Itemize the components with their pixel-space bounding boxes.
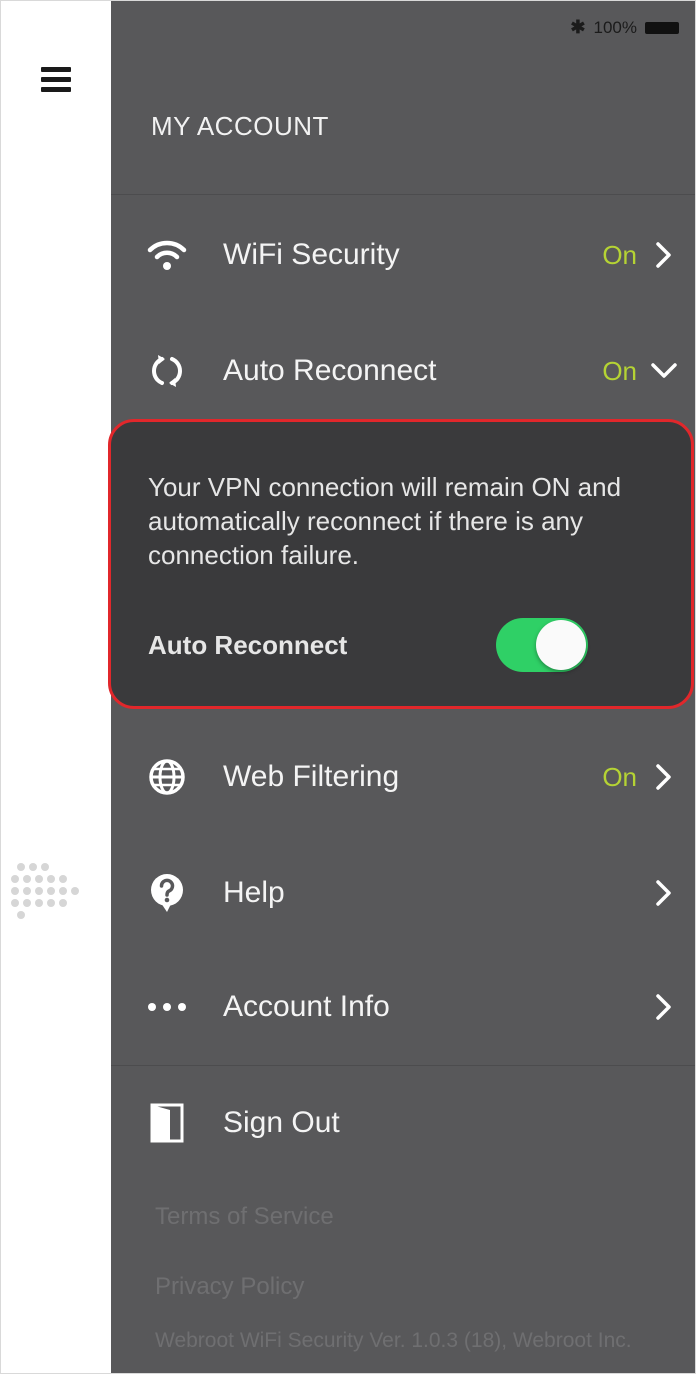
menu-item-sign-out[interactable]: Sign Out bbox=[111, 1083, 695, 1163]
chevron-right-icon bbox=[649, 240, 679, 270]
auto-reconnect-toggle-label: Auto Reconnect bbox=[148, 630, 348, 660]
account-drawer: ✱ 100% MY ACCOUNT WiFi Security On Auto … bbox=[108, 1, 695, 1373]
chevron-right-icon bbox=[649, 992, 679, 1022]
menu-item-label: Sign Out bbox=[223, 1106, 340, 1139]
terms-of-service-link[interactable]: Terms of Service bbox=[155, 1203, 334, 1231]
menu-item-account-info[interactable]: Account Info bbox=[111, 967, 695, 1047]
menu-item-label: Auto Reconnect bbox=[223, 354, 437, 387]
privacy-policy-link[interactable]: Privacy Policy bbox=[155, 1273, 304, 1301]
menu-item-label: Web Filtering bbox=[223, 760, 400, 793]
status-value: On bbox=[602, 239, 637, 270]
menu-item-help[interactable]: Help bbox=[111, 853, 695, 933]
sign-out-icon bbox=[147, 1103, 187, 1143]
wifi-icon bbox=[147, 235, 187, 275]
bluetooth-icon: ✱ bbox=[570, 17, 586, 37]
status-value: On bbox=[602, 761, 637, 792]
more-dots-icon bbox=[147, 987, 187, 1027]
chevron-right-icon bbox=[649, 762, 679, 792]
main-content-edge bbox=[1, 1, 111, 1373]
app-frame: ✱ 100% MY ACCOUNT WiFi Security On Auto … bbox=[0, 0, 696, 1374]
decorative-dots bbox=[7, 863, 87, 933]
drawer-title: MY ACCOUNT bbox=[151, 111, 329, 141]
menu-item-label: WiFi Security bbox=[223, 238, 400, 271]
help-icon bbox=[147, 873, 187, 913]
divider bbox=[111, 1065, 695, 1066]
toggle-knob bbox=[536, 620, 586, 670]
menu-item-wifi-security[interactable]: WiFi Security On bbox=[111, 215, 695, 295]
battery-percentage: 100% bbox=[593, 17, 637, 37]
chevron-right-icon bbox=[649, 878, 679, 908]
menu-item-label: Help bbox=[223, 876, 285, 909]
auto-reconnect-detail-panel: Your VPN connection will remain ON and a… bbox=[108, 419, 694, 709]
divider bbox=[111, 194, 695, 195]
menu-item-label: Account Info bbox=[223, 990, 390, 1023]
hamburger-menu-icon[interactable] bbox=[41, 67, 71, 93]
version-info: Webroot WiFi Security Ver. 1.0.3 (18), W… bbox=[155, 1329, 632, 1352]
globe-icon bbox=[147, 757, 187, 797]
menu-item-auto-reconnect[interactable]: Auto Reconnect On bbox=[111, 331, 695, 411]
status-bar: ✱ 100% bbox=[570, 17, 679, 38]
reconnect-icon bbox=[147, 351, 187, 391]
battery-icon bbox=[645, 21, 679, 34]
menu-item-web-filtering[interactable]: Web Filtering On bbox=[111, 737, 695, 817]
status-value: On bbox=[602, 355, 637, 386]
chevron-down-icon bbox=[649, 356, 679, 386]
auto-reconnect-toggle[interactable] bbox=[496, 618, 588, 672]
auto-reconnect-description: Your VPN connection will remain ON and a… bbox=[148, 472, 622, 570]
